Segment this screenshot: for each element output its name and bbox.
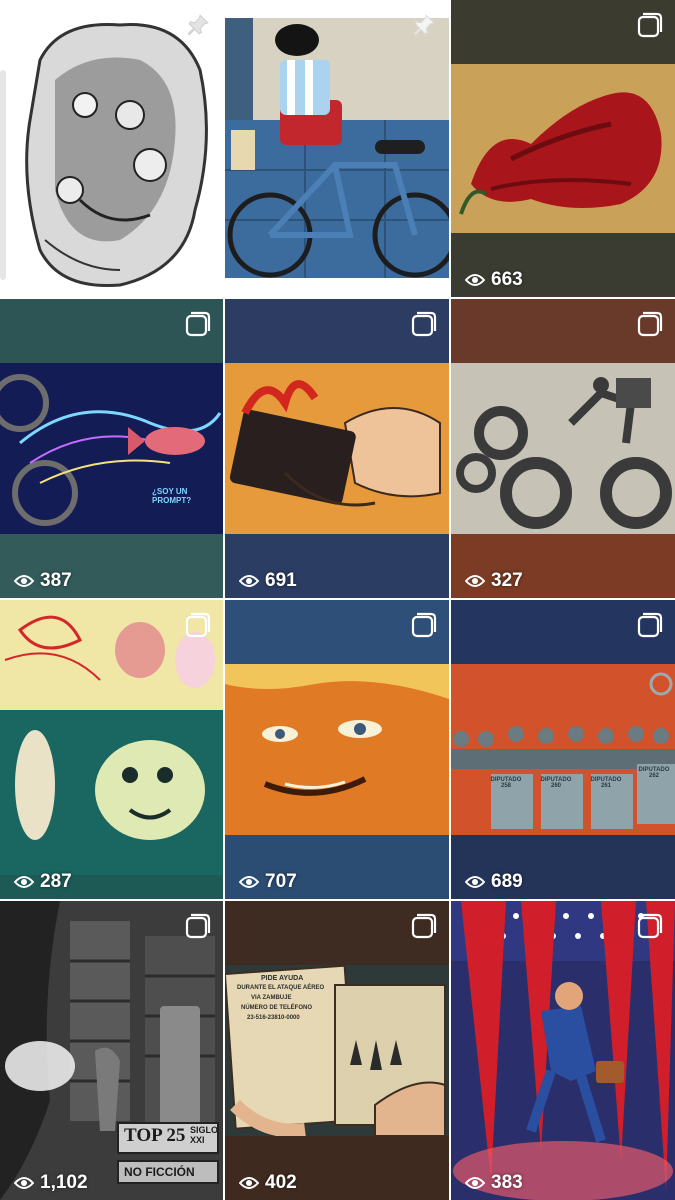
post-tile-10[interactable]: TOP 25 SIGLO XXI NO FICCIÓN 1,102 bbox=[0, 901, 223, 1200]
post-tile-3[interactable]: 663 bbox=[451, 0, 675, 297]
post-thumbnail-12 bbox=[451, 901, 675, 1200]
post-thumbnail-2 bbox=[225, 0, 449, 297]
eye-icon bbox=[239, 1177, 259, 1189]
passport-line-5: 23-516-23810-0000 bbox=[247, 1015, 300, 1021]
view-count-value: 1,102 bbox=[40, 1172, 88, 1193]
view-count-value: 691 bbox=[265, 570, 297, 591]
view-count: 402 bbox=[239, 1172, 297, 1194]
passport-line-1: PIDE AYUDA bbox=[261, 975, 304, 982]
ballot-label-3: DIPUTADO 261 bbox=[590, 777, 622, 789]
post-tile-5[interactable]: 691 bbox=[225, 299, 449, 598]
reel-icon bbox=[185, 311, 211, 337]
eye-icon bbox=[465, 274, 485, 286]
eye-icon bbox=[465, 1177, 485, 1189]
post-thumbnail-1 bbox=[0, 0, 223, 297]
eye-icon bbox=[465, 876, 485, 888]
reel-icon bbox=[411, 913, 437, 939]
profile-post-grid: 663 ¿SOY UN PROMPT? 387 691 327 287 707 … bbox=[0, 0, 675, 1200]
view-count-value: 383 bbox=[491, 1172, 523, 1193]
pin-icon bbox=[185, 12, 211, 38]
post-thumbnail-7 bbox=[0, 600, 223, 899]
post-tile-7[interactable]: 287 bbox=[0, 600, 223, 899]
eye-icon bbox=[14, 575, 34, 587]
view-count: 663 bbox=[465, 269, 523, 291]
passport-line-2: DURANTE EL ATAQUE AÉREO bbox=[237, 985, 325, 991]
eye-icon bbox=[465, 575, 485, 587]
post-caption-4: ¿SOY UN PROMPT? bbox=[152, 487, 192, 505]
post-tile-2[interactable] bbox=[225, 0, 449, 297]
post-tile-1[interactable] bbox=[0, 0, 223, 297]
post-tile-8[interactable]: 707 bbox=[225, 600, 449, 899]
book-title-top25: TOP 25 bbox=[124, 1125, 186, 1146]
pin-icon bbox=[411, 12, 437, 38]
view-count: 689 bbox=[465, 871, 523, 893]
post-thumbnail-4 bbox=[0, 363, 223, 534]
eye-icon bbox=[239, 876, 259, 888]
ballot-label-1: DIPUTADO 258 bbox=[490, 777, 522, 789]
post-thumbnail-9 bbox=[451, 664, 675, 835]
view-count-value: 689 bbox=[491, 871, 523, 892]
reel-icon bbox=[411, 612, 437, 638]
passport-line-3: VIA ZAMBUJE bbox=[251, 995, 292, 1001]
ballot-label-2: DIPUTADO 260 bbox=[540, 777, 572, 789]
book-shelf-label: NO FICCIÓN bbox=[124, 1165, 195, 1179]
eye-icon bbox=[14, 1177, 34, 1189]
post-thumbnail-5 bbox=[225, 363, 449, 534]
reel-icon bbox=[637, 913, 663, 939]
view-count-value: 707 bbox=[265, 871, 297, 892]
ballot-label-4: DIPUTADO 262 bbox=[638, 767, 670, 779]
eye-icon bbox=[14, 876, 34, 888]
reel-icon bbox=[637, 612, 663, 638]
view-count: 287 bbox=[14, 871, 72, 893]
post-tile-11[interactable]: PIDE AYUDA DURANTE EL ATAQUE AÉREO VIA Z… bbox=[225, 901, 449, 1200]
view-count-value: 402 bbox=[265, 1172, 297, 1193]
view-count-value: 663 bbox=[491, 269, 523, 290]
post-thumbnail-3 bbox=[451, 64, 675, 233]
reel-icon bbox=[411, 311, 437, 337]
view-count: 1,102 bbox=[14, 1172, 88, 1194]
reel-icon bbox=[185, 612, 211, 638]
view-count-value: 387 bbox=[40, 570, 72, 591]
post-thumbnail-8 bbox=[225, 664, 449, 835]
view-count-value: 327 bbox=[491, 570, 523, 591]
reel-icon bbox=[185, 913, 211, 939]
post-tile-4[interactable]: ¿SOY UN PROMPT? 387 bbox=[0, 299, 223, 598]
book-subtitle-siglo: SIGLO XXI bbox=[190, 1125, 219, 1145]
view-count: 387 bbox=[14, 570, 72, 592]
reel-icon bbox=[637, 12, 663, 38]
view-count: 327 bbox=[465, 570, 523, 592]
passport-line-4: NÚMERO DE TELÉFONO bbox=[241, 1005, 313, 1011]
post-tile-9[interactable]: DIPUTADO 258 DIPUTADO 260 DIPUTADO 261 D… bbox=[451, 600, 675, 899]
view-count: 707 bbox=[239, 871, 297, 893]
view-count: 383 bbox=[465, 1172, 523, 1194]
view-count-value: 287 bbox=[40, 871, 72, 892]
eye-icon bbox=[239, 575, 259, 587]
post-thumbnail-10 bbox=[0, 901, 223, 1200]
view-count: 691 bbox=[239, 570, 297, 592]
post-tile-6[interactable]: 327 bbox=[451, 299, 675, 598]
reel-icon bbox=[637, 311, 663, 337]
post-tile-12[interactable]: 383 bbox=[451, 901, 675, 1200]
post-thumbnail-6 bbox=[451, 363, 675, 534]
